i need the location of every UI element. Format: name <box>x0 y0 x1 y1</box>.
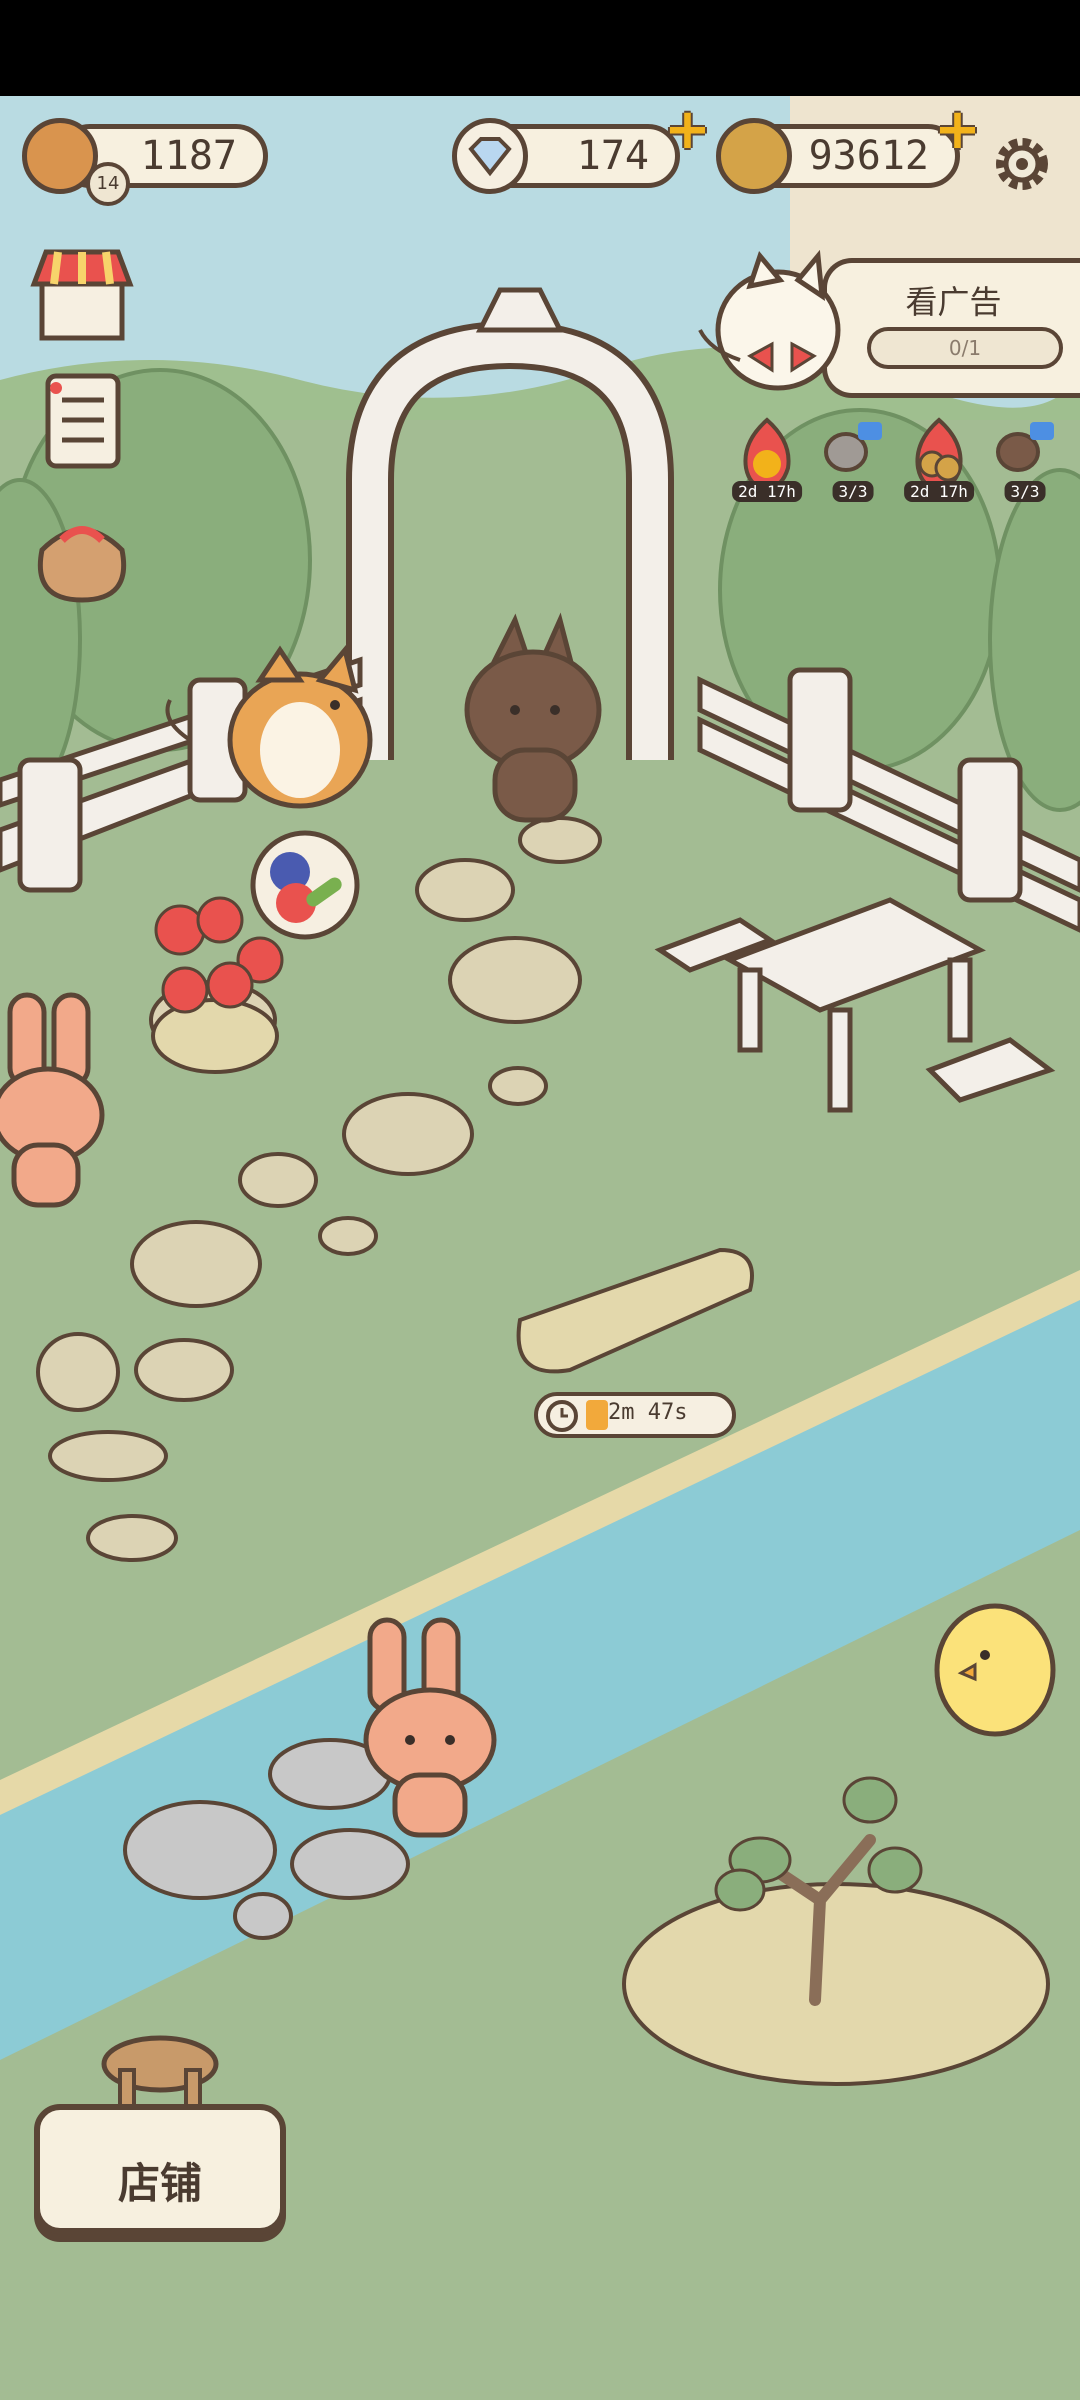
sapling-plot <box>622 1882 1050 2086</box>
watch-ad-panel[interactable]: 看广告 0/1 <box>822 258 1080 398</box>
crop-timer: 2m 47s <box>534 1392 736 1438</box>
corgi-character[interactable] <box>150 620 380 820</box>
chick-character[interactable] <box>925 1595 1065 1745</box>
rabbit-left-character[interactable] <box>0 985 110 1215</box>
status-bar <box>0 0 1080 96</box>
shop-button[interactable]: 店铺 <box>34 2104 286 2234</box>
add-coins-button[interactable]: + <box>934 102 981 158</box>
shop-button-label: 店铺 <box>117 2159 202 2208</box>
gray-cat-video-icon[interactable] <box>818 412 888 492</box>
fire-chicken-icon[interactable] <box>732 412 802 492</box>
effect-badge-4: 3/3 <box>1004 481 1046 502</box>
effect-badge-3: 2d 17h <box>904 481 974 502</box>
add-diamonds-button[interactable]: + <box>664 102 711 158</box>
timer-progress-fill <box>586 1400 608 1430</box>
task-list-icon[interactable] <box>28 370 136 474</box>
rabbit-river-character[interactable] <box>350 1610 510 1840</box>
clock-icon <box>546 1400 578 1432</box>
diamond-value: 174 <box>576 133 649 179</box>
coin-value: 93612 <box>808 133 929 179</box>
shop-stall-icon[interactable] <box>28 244 136 348</box>
watch-ad-progress: 0/1 <box>867 327 1063 369</box>
active-effects: 2d 17h 3/3 2d 17h 3/3 <box>732 412 1062 502</box>
brown-video-icon[interactable] <box>990 412 1060 492</box>
diamond-icon <box>452 118 528 194</box>
level-badge: 14 <box>86 162 130 206</box>
produce-bubble <box>250 830 360 940</box>
fire-coins-icon[interactable] <box>904 412 974 492</box>
effect-badge-1: 2d 17h <box>732 481 802 502</box>
settings-gear-icon[interactable] <box>990 132 1054 196</box>
effect-badge-2: 3/3 <box>832 481 874 502</box>
tanuki-character[interactable] <box>455 610 605 830</box>
coin-icon <box>716 118 792 194</box>
energy-value: 1187 <box>140 133 237 179</box>
cat-bowtie-mascot[interactable] <box>680 250 850 400</box>
watch-ad-title: 看广告 <box>905 283 1002 321</box>
timer-label: 2m 47s <box>608 1400 688 1425</box>
gift-bag-icon[interactable] <box>28 500 136 604</box>
